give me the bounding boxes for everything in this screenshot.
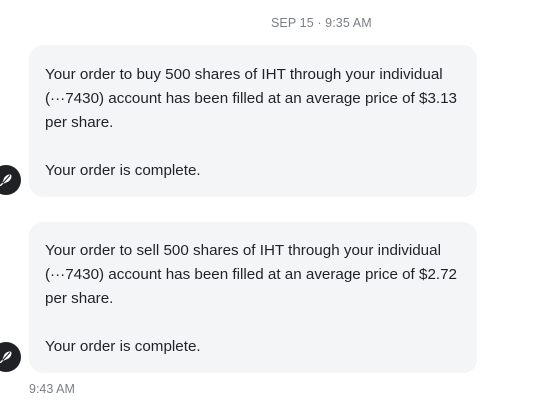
message-status: Your order is complete.: [45, 162, 201, 179]
feather-icon: [0, 351, 12, 364]
message-thread: SEP 15 · 9:35 AM Your order to buy 500 s…: [0, 0, 559, 420]
message-text: Your order to buy 500 shares of IHT thro…: [45, 66, 458, 131]
message-bubble[interactable]: Your order to sell 500 shares of IHT thr…: [29, 222, 477, 373]
feather-icon: [0, 174, 12, 187]
message-status: Your order is complete.: [45, 338, 201, 355]
message-text: Your order to sell 500 shares of IHT thr…: [45, 242, 458, 307]
sender-avatar[interactable]: [0, 165, 21, 195]
message-timestamp: 9:43 AM: [29, 382, 75, 396]
date-header: SEP 15 · 9:35 AM: [271, 16, 372, 30]
sender-avatar[interactable]: [0, 342, 21, 372]
message-bubble[interactable]: Your order to buy 500 shares of IHT thro…: [29, 45, 477, 197]
